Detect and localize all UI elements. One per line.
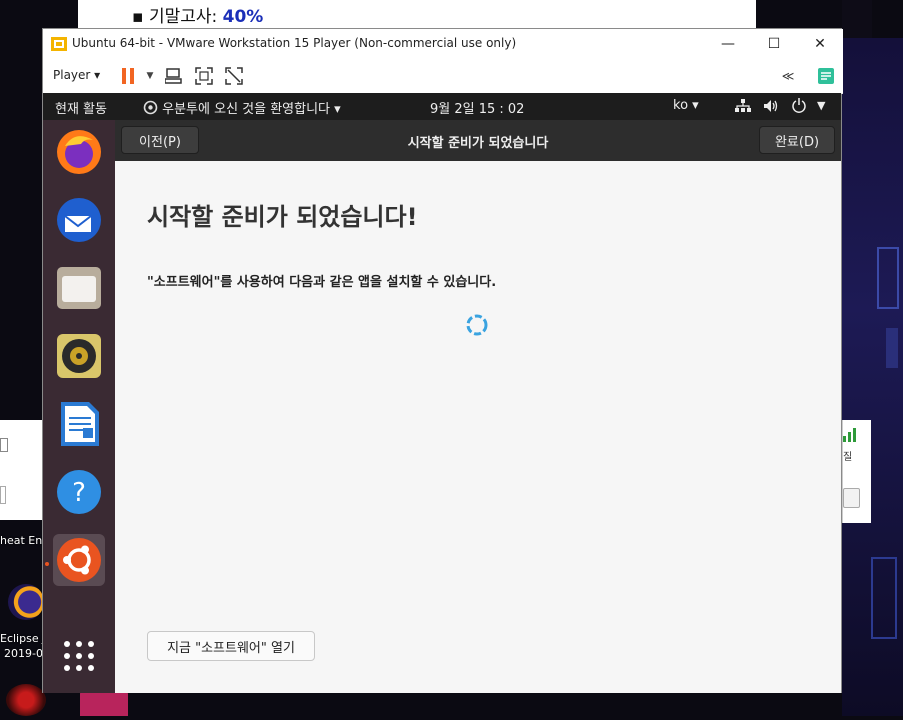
panel-label: 질 (843, 452, 853, 463)
clock-label: 9월 2일 15 : 02 (430, 102, 525, 117)
doc-bullet-value: 40% (222, 7, 264, 27)
input-source[interactable]: ko ▾ (673, 98, 699, 113)
rhythmbox-icon[interactable] (53, 330, 105, 382)
network-icon[interactable] (735, 99, 751, 117)
page-heading: 시작할 준비가 되었습니다! (147, 203, 418, 231)
panel-button (843, 488, 860, 508)
chevron-down-icon[interactable]: ▼ (141, 67, 159, 85)
player-menu[interactable]: Player ▾ (53, 68, 100, 82)
panel-square (0, 438, 8, 452)
app-menu-label: 우분투에 오신 것을 환영합니다 (162, 102, 331, 117)
guest-display[interactable]: 현재 활동 우분투에 오신 것을 환영합니다 ▾ 9월 2일 15 : 02 k… (43, 93, 841, 693)
chevron-down-icon[interactable]: ▼ (817, 99, 825, 112)
open-software-label: 지금 "소프트웨어" 열기 (167, 640, 295, 656)
desktop-app-icon[interactable] (80, 690, 128, 716)
desktop-icon-label[interactable]: 2019-0 (4, 647, 43, 660)
show-applications-icon[interactable] (53, 630, 105, 682)
fullscreen-icon[interactable] (195, 67, 213, 85)
help-icon[interactable]: ? (53, 466, 105, 518)
background-panel-right: 질 (842, 420, 871, 523)
clock[interactable]: 9월 2일 15 : 02 (430, 98, 524, 117)
ubuntu-software-icon[interactable] (53, 534, 105, 586)
close-button[interactable]: ✕ (797, 29, 843, 59)
doc-bullet-label: 기말고사: (148, 7, 223, 27)
minimize-icon: — (721, 36, 735, 52)
files-icon[interactable] (53, 262, 105, 314)
background-wallpaper (842, 38, 903, 716)
background-document: ▪ 기말고사: 40% (78, 0, 756, 30)
maximize-button[interactable]: ☐ (751, 29, 797, 59)
notes-icon[interactable] (817, 67, 835, 85)
loading-spinner-icon (466, 314, 488, 336)
vmware-window: Ubuntu 64-bit - VMware Workstation 15 Pl… (42, 28, 843, 693)
vmware-toolbar: Player ▾ ▼ ≪ (43, 59, 843, 94)
ubuntu-dock: ? (43, 120, 115, 693)
svg-text:?: ? (72, 478, 86, 508)
dialog-header-bar: 이전(P) 시작할 준비가 되었습니다 완료(D) (115, 120, 841, 162)
open-software-button[interactable]: 지금 "소프트웨어" 열기 (147, 631, 315, 661)
minimize-button[interactable]: — (705, 29, 751, 59)
activities-label: 현재 활동 (55, 102, 107, 117)
gnome-top-bar: 현재 활동 우분투에 오신 것을 환영합니다 ▾ 9월 2일 15 : 02 k… (43, 93, 841, 120)
done-button[interactable]: 완료(D) (759, 126, 835, 154)
libreoffice-writer-icon[interactable] (53, 398, 105, 450)
power-icon[interactable] (791, 97, 807, 117)
send-ctrl-alt-del-icon[interactable] (165, 67, 183, 85)
unity-icon[interactable] (225, 67, 243, 85)
doc-bullet: ▪ 기말고사: 40% (132, 7, 264, 27)
window-title: Ubuntu 64-bit - VMware Workstation 15 Pl… (72, 36, 517, 50)
desktop-icons: heat Eng Eclipse J 2019-0 (0, 520, 49, 716)
maximize-icon: ☐ (767, 36, 781, 52)
eclipse-icon[interactable] (8, 584, 44, 620)
firefox-icon[interactable] (53, 126, 105, 178)
vmware-logo-icon (51, 37, 67, 51)
app-menu[interactable]: 우분투에 오신 것을 환영합니다 ▾ (143, 98, 341, 117)
player-menu-label: Player (53, 68, 91, 82)
panel-square (0, 486, 6, 504)
running-indicator (45, 562, 49, 566)
dialog-content: 시작할 준비가 되었습니다! "소프트웨어"를 사용하여 다음과 같은 앱을 설… (115, 161, 841, 693)
input-lang-label: ko (673, 98, 689, 113)
background-panel-left (0, 420, 42, 520)
page-description: "소프트웨어"를 사용하여 다음과 같은 앱을 설치할 수 있습니다. (147, 275, 497, 290)
pause-icon[interactable] (119, 67, 137, 85)
thunderbird-icon[interactable] (53, 194, 105, 246)
collapse-icon[interactable]: ≪ (779, 67, 797, 85)
close-icon: ✕ (814, 36, 826, 52)
done-button-label: 완료(D) (774, 134, 820, 150)
title-bar[interactable]: Ubuntu 64-bit - VMware Workstation 15 Pl… (43, 29, 843, 59)
signal-icon (843, 428, 856, 442)
game-icon[interactable] (6, 684, 46, 716)
desktop-icon-label[interactable]: Eclipse J (0, 632, 45, 645)
dialog-title: 시작할 준비가 되었습니다 (407, 136, 549, 151)
wallpaper-pattern (871, 247, 899, 639)
volume-icon[interactable] (763, 99, 779, 117)
help-app-icon (143, 100, 158, 115)
activities-button[interactable]: 현재 활동 (55, 98, 107, 117)
